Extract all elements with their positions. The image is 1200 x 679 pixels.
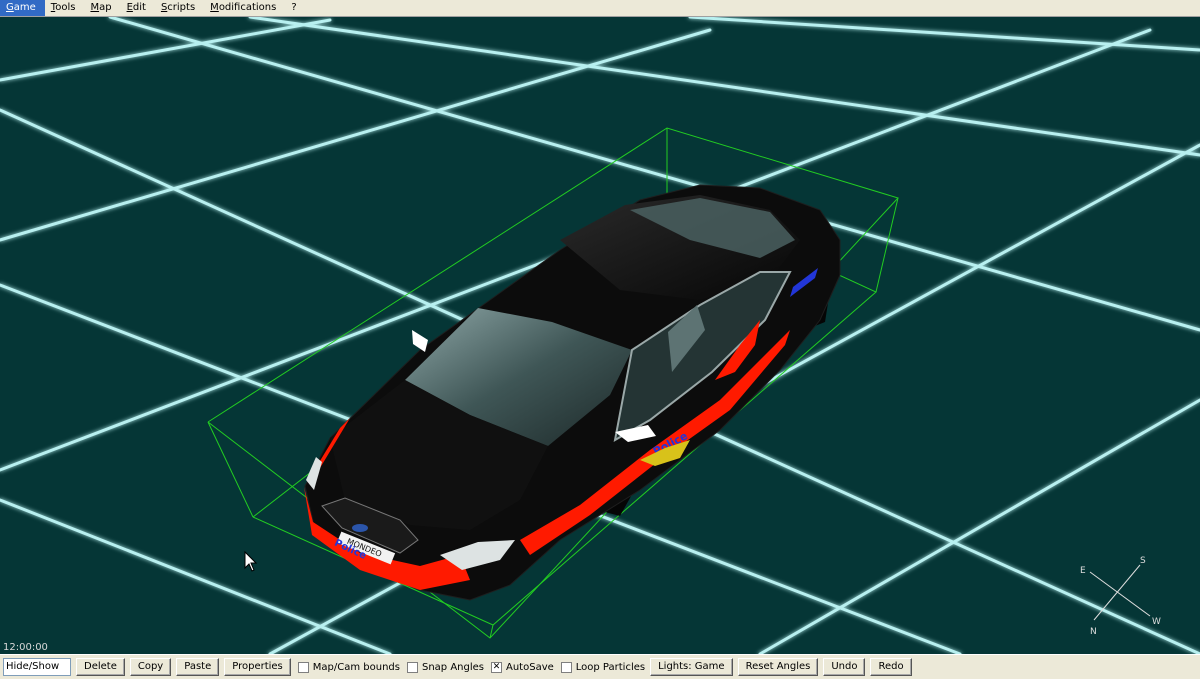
3d-viewport[interactable]: MONDEO Police Police S E W N	[0, 17, 1200, 654]
compass-s-label: S	[1140, 556, 1146, 566]
paste-button[interactable]: Paste	[176, 658, 220, 676]
police-car-model[interactable]: MONDEO Police Police	[304, 184, 841, 601]
autosave-toggle[interactable]: ✕ AutoSave	[491, 661, 554, 673]
compass-w-label: W	[1152, 617, 1161, 627]
loop-particles-label: Loop Particles	[575, 661, 646, 673]
loop-particles-checkbox[interactable]	[560, 661, 572, 673]
compass-n-label: N	[1090, 627, 1097, 637]
menu-bar: Game Tools Map Edit Scripts Modification…	[0, 0, 1200, 17]
properties-button[interactable]: Properties	[224, 658, 291, 676]
map-cam-bounds-checkbox[interactable]	[297, 661, 309, 673]
redo-button[interactable]: Redo	[870, 658, 912, 676]
loop-particles-toggle[interactable]: Loop Particles	[560, 661, 646, 673]
compass-widget: S E W N	[1080, 556, 1161, 637]
lights-button[interactable]: Lights: Game	[650, 658, 733, 676]
menu-help[interactable]: ?	[285, 0, 305, 16]
hide-show-field[interactable]: Hide/Show	[3, 658, 71, 676]
game-clock: 12:00:00	[3, 642, 48, 653]
menu-edit[interactable]: Edit	[121, 0, 155, 16]
scene-canvas[interactable]: MONDEO Police Police S E W N	[0, 17, 1200, 654]
reset-angles-button[interactable]: Reset Angles	[737, 658, 819, 676]
snap-angles-toggle[interactable]: Snap Angles	[406, 661, 484, 673]
copy-button[interactable]: Copy	[129, 658, 172, 676]
autosave-label: AutoSave	[506, 661, 554, 673]
snap-angles-label: Snap Angles	[421, 661, 484, 673]
delete-button[interactable]: Delete	[76, 658, 125, 676]
snap-angles-checkbox[interactable]	[406, 661, 418, 673]
compass-e-label: E	[1080, 566, 1086, 576]
autosave-checkbox[interactable]: ✕	[491, 661, 502, 673]
menu-game[interactable]: Game	[0, 0, 45, 16]
map-cam-bounds-label: Map/Cam bounds	[312, 661, 400, 673]
menu-map[interactable]: Map	[84, 0, 120, 16]
menu-modifications[interactable]: Modifications	[204, 0, 285, 16]
map-cam-bounds-toggle[interactable]: Map/Cam bounds	[297, 661, 400, 673]
undo-button[interactable]: Undo	[823, 658, 866, 676]
mouse-cursor-icon	[244, 550, 258, 572]
menu-tools[interactable]: Tools	[45, 0, 85, 16]
menu-scripts[interactable]: Scripts	[155, 0, 204, 16]
editor-toolbar: Hide/Show Delete Copy Paste Properties M…	[0, 654, 1200, 679]
